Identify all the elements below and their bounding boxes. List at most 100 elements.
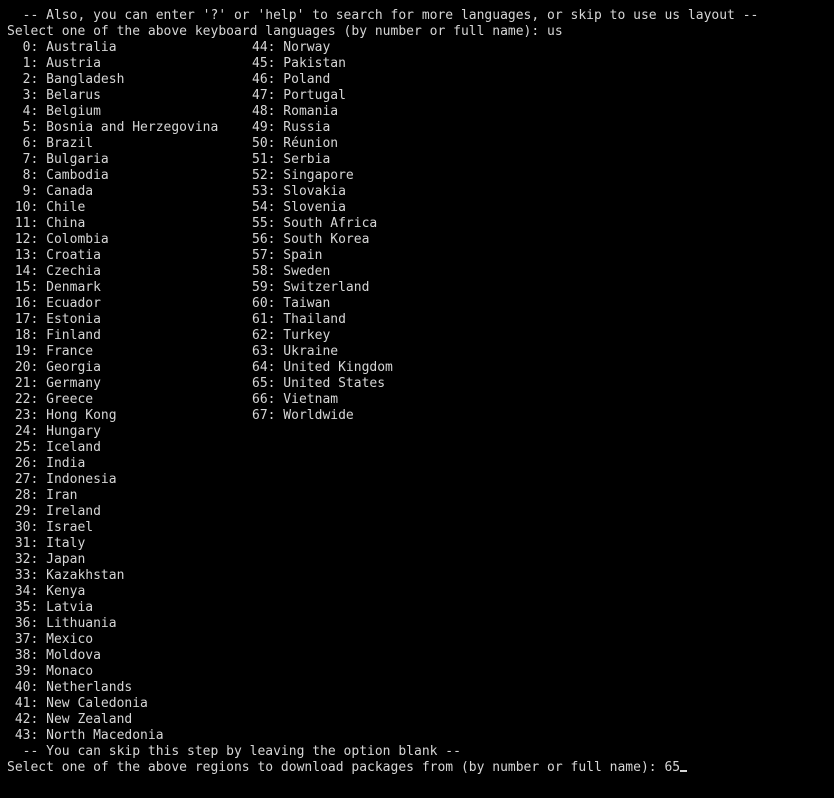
region-option-66[interactable]: 66: Vietnam [252,392,338,408]
region-option-11[interactable]: 11: China [7,216,252,232]
region-option-61[interactable]: 61: Thailand [252,312,346,328]
region-list: 0: Australia 44: Norway 1: Austria 45: Pak… [0,40,834,744]
region-option-38[interactable]: 38: Moldova [7,648,252,664]
region-option-2[interactable]: 2: Bangladesh [7,72,252,88]
region-option-36[interactable]: 36: Lithuania [7,616,252,632]
region-option-19[interactable]: 19: France [7,344,252,360]
keyboard-layout-hint: -- Also, you can enter '?' or 'help' to … [7,8,759,23]
region-input-value[interactable]: 65 [664,760,680,775]
region-selection-prompt[interactable]: Select one of the above regions to downl… [0,760,834,776]
region-option-39[interactable]: 39: Monaco [7,664,252,680]
region-row: 22: Greece 66: Vietnam [0,392,834,408]
region-row: 18: Finland 62: Turkey [0,328,834,344]
region-row: 39: Monaco [0,664,834,680]
region-option-3[interactable]: 3: Belarus [7,88,252,104]
region-row: 2: Bangladesh 46: Poland [0,72,834,88]
keyboard-language-prompt: Select one of the above keyboard languag… [7,24,563,39]
region-row: 1: Austria 45: Pakistan [0,56,834,72]
region-option-13[interactable]: 13: Croatia [7,248,252,264]
region-option-25[interactable]: 25: Iceland [7,440,252,456]
region-option-5[interactable]: 5: Bosnia and Herzegovina [7,120,252,136]
region-option-40[interactable]: 40: Netherlands [7,680,252,696]
region-option-34[interactable]: 34: Kenya [7,584,252,600]
region-row: 7: Bulgaria 51: Serbia [0,152,834,168]
region-option-67[interactable]: 67: Worldwide [252,408,354,424]
region-option-44[interactable]: 44: Norway [252,40,330,56]
region-option-12[interactable]: 12: Colombia [7,232,252,248]
region-option-64[interactable]: 64: United Kingdom [252,360,393,376]
region-row: 9: Canada 53: Slovakia [0,184,834,200]
region-option-58[interactable]: 58: Sweden [252,264,330,280]
region-option-52[interactable]: 52: Singapore [252,168,354,184]
region-option-37[interactable]: 37: Mexico [7,632,252,648]
region-option-4[interactable]: 4: Belgium [7,104,252,120]
region-option-57[interactable]: 57: Spain [252,248,322,264]
region-option-60[interactable]: 60: Taiwan [252,296,330,312]
region-row: 32: Japan [0,552,834,568]
region-option-29[interactable]: 29: Ireland [7,504,252,520]
region-option-54[interactable]: 54: Slovenia [252,200,346,216]
region-option-35[interactable]: 35: Latvia [7,600,252,616]
region-option-51[interactable]: 51: Serbia [252,152,330,168]
region-option-41[interactable]: 41: New Caledonia [7,696,252,712]
region-option-14[interactable]: 14: Czechia [7,264,252,280]
region-option-63[interactable]: 63: Ukraine [252,344,338,360]
region-option-32[interactable]: 32: Japan [7,552,252,568]
region-row: 25: Iceland [0,440,834,456]
region-option-17[interactable]: 17: Estonia [7,312,252,328]
terminal-window[interactable]: -- Also, you can enter '?' or 'help' to … [0,0,834,798]
region-row: 38: Moldova [0,648,834,664]
region-row: 30: Israel [0,520,834,536]
region-option-45[interactable]: 45: Pakistan [252,56,346,72]
region-prompt-label: Select one of the above regions to downl… [7,760,665,775]
region-option-56[interactable]: 56: South Korea [252,232,369,248]
region-row: 43: North Macedonia [0,728,834,744]
region-option-55[interactable]: 55: South Africa [252,216,377,232]
region-option-46[interactable]: 46: Poland [252,72,330,88]
region-row: 11: China 55: South Africa [0,216,834,232]
region-option-53[interactable]: 53: Slovakia [252,184,346,200]
region-row: 35: Latvia [0,600,834,616]
region-option-28[interactable]: 28: Iran [7,488,252,504]
region-option-9[interactable]: 9: Canada [7,184,252,200]
region-option-47[interactable]: 47: Portugal [252,88,346,104]
region-option-22[interactable]: 22: Greece [7,392,252,408]
region-option-65[interactable]: 65: United States [252,376,385,392]
region-row: 26: India [0,456,834,472]
region-option-48[interactable]: 48: Romania [252,104,338,120]
region-option-30[interactable]: 30: Israel [7,520,252,536]
region-option-23[interactable]: 23: Hong Kong [7,408,252,424]
region-option-1[interactable]: 1: Austria [7,56,252,72]
region-option-27[interactable]: 27: Indonesia [7,472,252,488]
region-option-42[interactable]: 42: New Zealand [7,712,252,728]
region-option-24[interactable]: 24: Hungary [7,424,252,440]
region-option-18[interactable]: 18: Finland [7,328,252,344]
region-option-59[interactable]: 59: Switzerland [252,280,369,296]
terminal-screen: -- Also, you can enter '?' or 'help' to … [0,8,834,776]
region-row: 10: Chile 54: Slovenia [0,200,834,216]
region-row: 16: Ecuador 60: Taiwan [0,296,834,312]
region-option-7[interactable]: 7: Bulgaria [7,152,252,168]
region-option-50[interactable]: 50: Réunion [252,136,338,152]
region-row: 27: Indonesia [0,472,834,488]
region-row: 37: Mexico [0,632,834,648]
region-row: 41: New Caledonia [0,696,834,712]
region-option-49[interactable]: 49: Russia [252,120,330,136]
region-option-31[interactable]: 31: Italy [7,536,252,552]
region-skip-hint: -- You can skip this step by leaving the… [7,744,461,759]
region-row: 28: Iran [0,488,834,504]
region-option-8[interactable]: 8: Cambodia [7,168,252,184]
region-row: 23: Hong Kong 67: Worldwide [0,408,834,424]
region-option-0[interactable]: 0: Australia [7,40,252,56]
region-option-43[interactable]: 43: North Macedonia [7,728,252,744]
region-option-15[interactable]: 15: Denmark [7,280,252,296]
region-row: 21: Germany 65: United States [0,376,834,392]
region-option-16[interactable]: 16: Ecuador [7,296,252,312]
region-option-62[interactable]: 62: Turkey [252,328,330,344]
region-option-20[interactable]: 20: Georgia [7,360,252,376]
region-option-33[interactable]: 33: Kazakhstan [7,568,252,584]
region-option-6[interactable]: 6: Brazil [7,136,252,152]
region-option-21[interactable]: 21: Germany [7,376,252,392]
region-option-10[interactable]: 10: Chile [7,200,252,216]
region-option-26[interactable]: 26: India [7,456,252,472]
